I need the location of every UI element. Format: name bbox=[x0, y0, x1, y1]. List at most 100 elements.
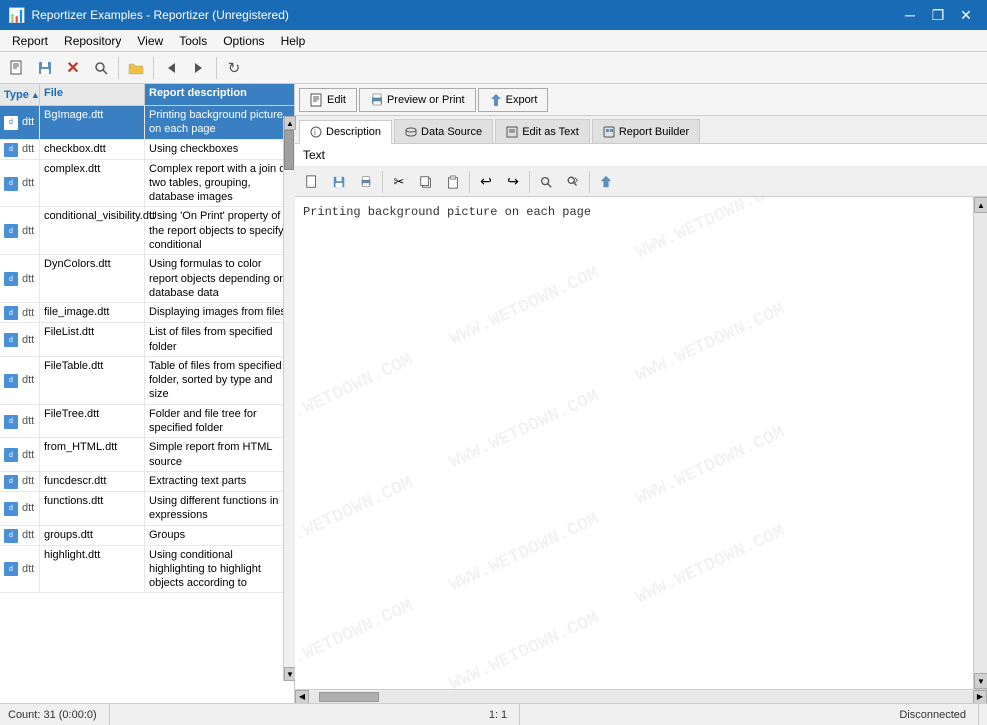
editor-find-replace-btn[interactable] bbox=[560, 169, 586, 195]
status-bar: Count: 31 (0:00:0) 1: 1 Disconnected bbox=[0, 703, 987, 725]
action-toolbar: Edit Preview or Print Export bbox=[295, 84, 987, 116]
cell-desc: Printing background picture on each page bbox=[145, 106, 294, 139]
menu-view[interactable]: View bbox=[129, 30, 171, 51]
minimize-button[interactable]: ─ bbox=[897, 5, 923, 25]
table-header: Type ▲ File Report description bbox=[0, 84, 294, 106]
tab-report-builder[interactable]: Report Builder bbox=[592, 119, 700, 143]
title-bar: 📊 Reportizer Examples - Reportizer (Unre… bbox=[0, 0, 987, 30]
tab-data-source[interactable]: Data Source bbox=[394, 119, 493, 143]
file-type-icon: d bbox=[4, 177, 18, 191]
cell-type: d dtt bbox=[0, 526, 40, 545]
close-button[interactable]: ✕ bbox=[953, 5, 979, 25]
editor-paste-btn[interactable] bbox=[440, 169, 466, 195]
file-type-icon: d bbox=[4, 143, 18, 157]
editor-find-btn[interactable] bbox=[533, 169, 559, 195]
table-row[interactable]: d dtt DynColors.dtt Using formulas to co… bbox=[0, 255, 294, 303]
editor-text-area[interactable]: WWW.WETDOWN.COM WWW.WETDOWN.COM WWW.WETD… bbox=[295, 197, 973, 689]
editor-hscrollbar[interactable]: ◀ ▶ bbox=[295, 689, 987, 703]
table-row[interactable]: d dtt conditional_visibility.dtt Using '… bbox=[0, 207, 294, 255]
scroll-up-btn[interactable]: ▲ bbox=[284, 116, 296, 130]
editor-redo-btn[interactable]: ↪ bbox=[500, 169, 526, 195]
forward-button[interactable] bbox=[186, 55, 212, 81]
cell-type: d dtt bbox=[0, 546, 40, 593]
print-icon bbox=[370, 93, 384, 107]
menu-report[interactable]: Report bbox=[4, 30, 56, 51]
editor-scroll-down[interactable]: ▼ bbox=[974, 673, 987, 689]
table-row[interactable]: d dtt FileTree.dtt Folder and file tree … bbox=[0, 405, 294, 439]
title-text: Reportizer Examples - Reportizer (Unregi… bbox=[31, 8, 288, 22]
left-scrollbar[interactable]: ▲ ▼ bbox=[283, 116, 295, 681]
col-type-header[interactable]: Type ▲ bbox=[0, 84, 40, 105]
scroll-thumb[interactable] bbox=[284, 130, 294, 170]
editor-content-wrapper: WWW.WETDOWN.COM WWW.WETDOWN.COM WWW.WETD… bbox=[295, 197, 987, 689]
save-button[interactable] bbox=[32, 55, 58, 81]
hscroll-right-btn[interactable]: ▶ bbox=[973, 690, 987, 704]
table-row[interactable]: d dtt checkbox.dtt Using checkboxes bbox=[0, 140, 294, 160]
refresh-button[interactable]: ↻ bbox=[221, 55, 247, 81]
cell-type: d dtt bbox=[0, 492, 40, 525]
edit-button[interactable]: Edit bbox=[299, 88, 357, 112]
editor-vscrollbar[interactable]: ▲ ▼ bbox=[973, 197, 987, 689]
tab-data-source-label: Data Source bbox=[421, 126, 482, 138]
toolbar-sep-2 bbox=[153, 57, 154, 79]
file-type-icon: d bbox=[4, 272, 18, 286]
editor-toolbar: ✂ ↩ ↪ bbox=[295, 167, 987, 197]
status-connection: Disconnected bbox=[887, 704, 979, 725]
editor-new-btn[interactable] bbox=[299, 169, 325, 195]
edit-as-text-tab-icon bbox=[506, 126, 518, 138]
hscroll-left-btn[interactable]: ◀ bbox=[295, 690, 309, 704]
table-row[interactable]: d dtt complex.dtt Complex report with a … bbox=[0, 160, 294, 208]
editor-save-btn[interactable] bbox=[326, 169, 352, 195]
col-file-header[interactable]: File bbox=[40, 84, 145, 105]
cell-type: d dtt bbox=[0, 303, 40, 322]
table-row[interactable]: d dtt highlight.dtt Using conditional hi… bbox=[0, 546, 294, 594]
col-desc-header[interactable]: Report description bbox=[145, 84, 294, 105]
menu-repository[interactable]: Repository bbox=[56, 30, 129, 51]
editor-export-btn[interactable] bbox=[593, 169, 619, 195]
menu-tools[interactable]: Tools bbox=[171, 30, 215, 51]
preview-print-button[interactable]: Preview or Print bbox=[359, 88, 476, 112]
file-type-icon: d bbox=[4, 529, 18, 543]
editor-sep1 bbox=[382, 171, 383, 193]
cell-desc: Displaying images from files bbox=[145, 303, 294, 322]
cell-type: d dtt bbox=[0, 160, 40, 207]
menu-options[interactable]: Options bbox=[215, 30, 272, 51]
app-icon: 📊 bbox=[8, 7, 25, 24]
editor-print-btn[interactable] bbox=[353, 169, 379, 195]
tab-description[interactable]: i Description bbox=[299, 120, 392, 144]
table-row[interactable]: d dtt functions.dtt Using different func… bbox=[0, 492, 294, 526]
new-button[interactable] bbox=[4, 55, 30, 81]
delete-button[interactable]: ✕ bbox=[60, 55, 86, 81]
cell-type: d dtt bbox=[0, 140, 40, 159]
open-folder-button[interactable] bbox=[123, 55, 149, 81]
editor-copy-btn[interactable] bbox=[413, 169, 439, 195]
table-row[interactable]: d dtt from_HTML.dtt Simple report from H… bbox=[0, 438, 294, 472]
hscroll-track bbox=[309, 691, 973, 703]
status-connection-text: Disconnected bbox=[899, 709, 966, 721]
main-layout: Type ▲ File Report description d dtt BgI… bbox=[0, 84, 987, 703]
menu-help[interactable]: Help bbox=[273, 30, 314, 51]
table-body[interactable]: d dtt BgImage.dtt Printing background pi… bbox=[0, 106, 294, 703]
editor-scroll-up[interactable]: ▲ bbox=[974, 197, 987, 213]
table-row[interactable]: d dtt FileList.dtt List of files from sp… bbox=[0, 323, 294, 357]
back-button[interactable] bbox=[158, 55, 184, 81]
cell-file: DynColors.dtt bbox=[40, 255, 145, 302]
hscroll-thumb[interactable] bbox=[319, 692, 379, 702]
menu-bar: Report Repository View Tools Options Hel… bbox=[0, 30, 987, 52]
cell-file: FileTree.dtt bbox=[40, 405, 145, 438]
editor-undo-btn[interactable]: ↩ bbox=[473, 169, 499, 195]
table-row[interactable]: d dtt groups.dtt Groups bbox=[0, 526, 294, 546]
restore-button[interactable]: ❐ bbox=[925, 5, 951, 25]
table-row[interactable]: d dtt funcdescr.dtt Extracting text part… bbox=[0, 472, 294, 492]
search-button[interactable] bbox=[88, 55, 114, 81]
export-button[interactable]: Export bbox=[478, 88, 549, 112]
tabs-bar: i Description Data Source Edit as Text R… bbox=[295, 116, 987, 144]
table-row[interactable]: d dtt file_image.dtt Displaying images f… bbox=[0, 303, 294, 323]
file-type-icon: d bbox=[4, 448, 18, 462]
table-row[interactable]: d dtt FileTable.dtt Table of files from … bbox=[0, 357, 294, 405]
table-row[interactable]: d dtt BgImage.dtt Printing background pi… bbox=[0, 106, 294, 140]
toolbar-sep-1 bbox=[118, 57, 119, 79]
editor-cut-btn[interactable]: ✂ bbox=[386, 169, 412, 195]
tab-edit-as-text[interactable]: Edit as Text bbox=[495, 119, 590, 143]
file-type-icon: d bbox=[4, 224, 18, 238]
